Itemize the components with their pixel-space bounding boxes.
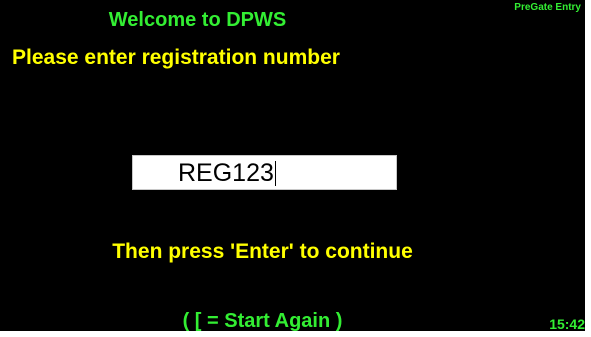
- registration-prompt: Please enter registration number: [12, 46, 340, 69]
- registration-number-input[interactable]: REG123: [132, 155, 397, 190]
- registration-number-value: REG123: [178, 161, 276, 186]
- terminal-screen: Welcome to DPWS PreGate Entry Please ent…: [0, 0, 585, 331]
- continue-instruction: Then press 'Enter' to continue: [112, 240, 413, 263]
- clock: 15:42: [549, 316, 585, 331]
- mode-label: PreGate Entry: [514, 2, 581, 13]
- registration-number-text: REG123: [178, 159, 274, 187]
- welcome-title: Welcome to DPWS: [108, 9, 287, 31]
- text-caret: [274, 161, 276, 186]
- start-again-hint: ( [ = Start Again ): [182, 310, 343, 331]
